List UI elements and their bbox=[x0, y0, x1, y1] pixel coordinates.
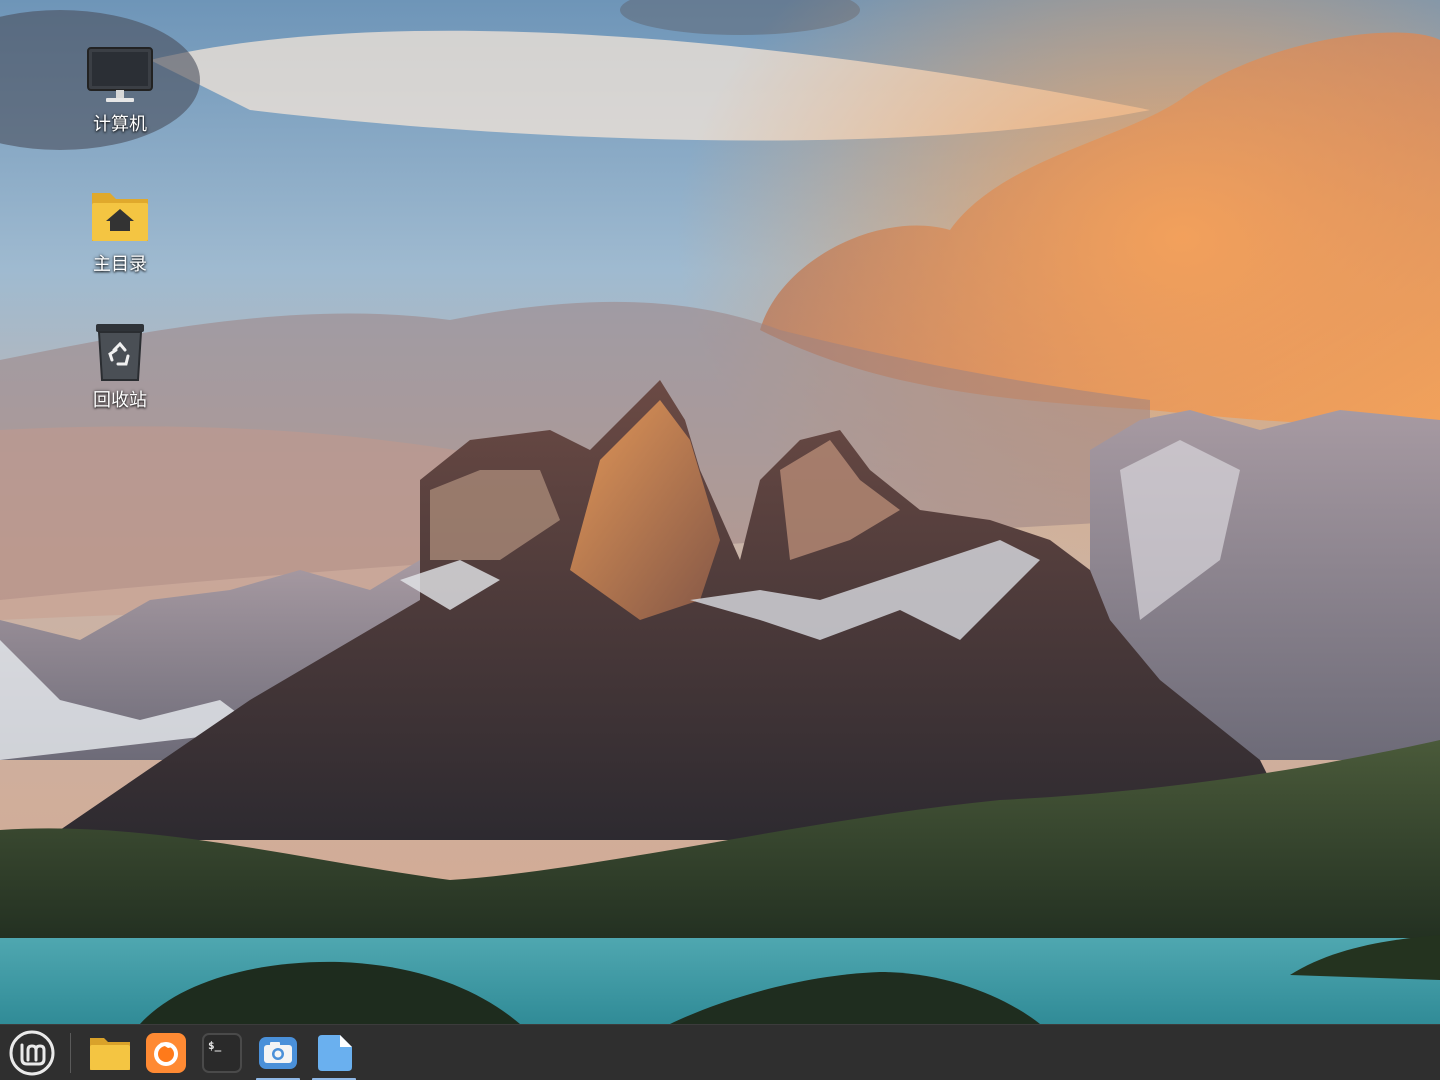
taskbar-launcher-text-editor[interactable] bbox=[308, 1025, 360, 1080]
monitor-icon bbox=[84, 40, 156, 112]
document-icon bbox=[318, 1035, 352, 1071]
start-menu-button[interactable] bbox=[4, 1025, 60, 1080]
desktop-icon-label: 计算机 bbox=[93, 114, 147, 135]
trash-icon bbox=[84, 316, 156, 388]
taskbar-launcher-screenshot[interactable] bbox=[252, 1025, 304, 1080]
terminal-glyph: $_ bbox=[208, 1039, 222, 1052]
linux-mint-logo-icon bbox=[9, 1030, 55, 1076]
folder-icon bbox=[90, 1038, 130, 1070]
desktop-wallpaper bbox=[0, 0, 1440, 1080]
desktop-icon-home[interactable]: 主目录 bbox=[80, 180, 160, 276]
desktop-icon-label: 主目录 bbox=[93, 254, 147, 275]
taskbar-launcher-firefox[interactable] bbox=[140, 1025, 192, 1080]
taskbar-launcher-files[interactable] bbox=[84, 1025, 136, 1080]
desktop-icon-label: 回收站 bbox=[93, 390, 147, 411]
firefox-icon bbox=[146, 1033, 186, 1073]
desktop-icon-trash[interactable]: 回收站 bbox=[80, 316, 160, 412]
terminal-icon: $_ bbox=[202, 1033, 242, 1073]
taskbar-launcher-terminal[interactable]: $_ bbox=[196, 1025, 248, 1080]
taskbar: $_ bbox=[0, 1024, 1440, 1080]
camera-icon bbox=[259, 1037, 297, 1069]
home-folder-icon bbox=[84, 180, 156, 252]
taskbar-separator bbox=[70, 1033, 71, 1073]
desktop-icon-computer[interactable]: 计算机 bbox=[80, 40, 160, 136]
